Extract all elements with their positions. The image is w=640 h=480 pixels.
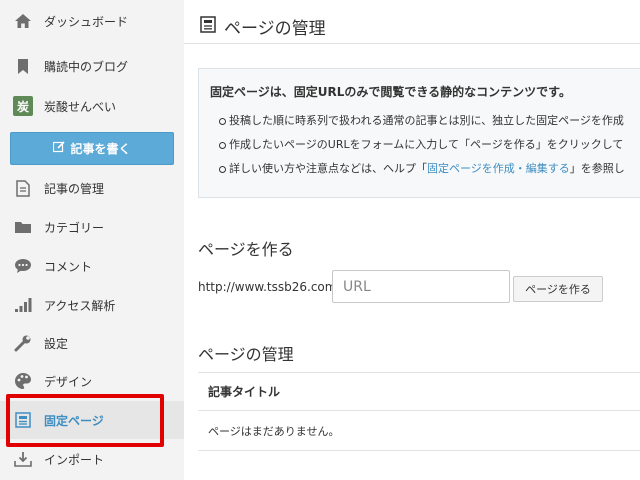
sidebar-item-label: カテゴリー [44, 220, 105, 235]
sidebar-item-categories[interactable]: カテゴリー [0, 208, 184, 246]
sidebar-item-label: 購読中のブログ [44, 59, 129, 74]
import-icon [13, 449, 33, 469]
sidebar-item-label: デザイン [44, 374, 93, 389]
sidebar: ダッシュボード 購読中のブログ 炭 炭酸せんべい 記事を書く 記事の管理 カテゴ… [0, 0, 184, 480]
sidebar-item-settings[interactable]: 設定 [0, 324, 184, 362]
sidebar-item-analytics[interactable]: アクセス解析 [0, 286, 184, 324]
sidebar-item-articles[interactable]: 記事の管理 [0, 169, 184, 207]
notice-bullet: 詳しい使い方や注意点などは、ヘルプ「固定ページを作成・編集する」を参照し [219, 159, 625, 183]
main-content: ページの管理 固定ページは、固定URLのみで閲覧できる静的なコンテンツです。 投… [184, 0, 640, 480]
home-icon [13, 11, 33, 31]
sidebar-item-label: 炭酸せんべい [44, 99, 117, 114]
write-article-button[interactable]: 記事を書く [10, 132, 174, 165]
sidebar-item-subscriptions[interactable]: 購読中のブログ [0, 47, 184, 85]
folder-icon [13, 217, 33, 237]
write-article-label: 記事を書く [70, 142, 131, 156]
pages-table: 記事タイトル ページはまだありません。 [198, 372, 640, 451]
wrench-icon [13, 333, 33, 353]
page-icon [200, 16, 216, 37]
help-link[interactable]: 固定ページを作成・編集する [427, 162, 570, 175]
page-title: ページの管理 [224, 19, 326, 39]
notice-text: 詳しい使い方や注意点などは、ヘルプ「 [229, 162, 427, 175]
sidebar-item-label: コメント [44, 259, 93, 274]
sidebar-item-label: 設定 [44, 336, 69, 351]
empty-message: ページはまだありません。 [198, 411, 640, 451]
bar-chart-icon [13, 295, 33, 315]
blog-avatar-icon: 炭 [13, 96, 33, 116]
column-header-title: 記事タイトル [198, 373, 640, 411]
sidebar-item-label: インポート [44, 452, 105, 467]
sidebar-item-label: アクセス解析 [44, 298, 116, 313]
url-input[interactable] [332, 270, 510, 303]
sidebar-item-dashboard[interactable]: ダッシュボード [0, 2, 184, 40]
sidebar-item-label: 記事の管理 [44, 181, 105, 196]
edit-icon [53, 141, 66, 156]
sidebar-item-comments[interactable]: コメント [0, 247, 184, 285]
notice-bullet: 作成したいページのURLをフォームに入力して「ページを作る」をクリックして [219, 135, 625, 159]
notice-bullet: 投稿した順に時系列で扱われる通常の記事とは別に、独立した固定ページを作成 [219, 111, 625, 135]
sidebar-item-label: ダッシュボード [44, 14, 129, 29]
sidebar-item-import[interactable]: インポート [0, 440, 184, 478]
url-prefix: http://www.tssb26.com/ [198, 280, 341, 294]
notice-list: 投稿した順に時系列で扱われる通常の記事とは別に、独立した固定ページを作成 作成し… [219, 111, 625, 183]
comment-icon [13, 256, 33, 276]
notice-text: 」を参照し [569, 162, 625, 175]
manage-pages-heading: ページの管理 [198, 345, 294, 364]
create-page-button[interactable]: ページを作る [513, 276, 603, 302]
document-icon [13, 178, 33, 198]
create-page-heading: ページを作る [198, 240, 294, 259]
sidebar-item-blog[interactable]: 炭 炭酸せんべい [0, 87, 184, 125]
palette-icon [13, 371, 33, 391]
notice-lead: 固定ページは、固定URLのみで閲覧できる静的なコンテンツです。 [210, 85, 571, 99]
info-notice: 固定ページは、固定URLのみで閲覧できる静的なコンテンツです。 投稿した順に時系… [198, 68, 640, 198]
page-header: ページの管理 [184, 0, 640, 44]
bookmark-icon [13, 56, 33, 76]
